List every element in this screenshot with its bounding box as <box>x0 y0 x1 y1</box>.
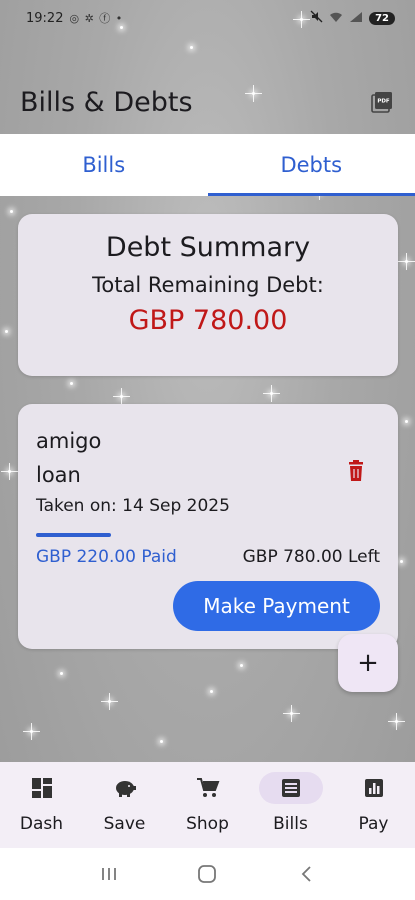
nav-item-shop[interactable]: Shop <box>166 762 249 848</box>
nav-label: Shop <box>186 814 229 834</box>
dashboard-icon <box>10 772 74 804</box>
tab-debts[interactable]: Debts <box>207 134 415 196</box>
system-navigation-bar <box>0 848 415 900</box>
wifi-icon <box>329 11 343 26</box>
signal-icon <box>349 11 363 26</box>
make-payment-button[interactable]: Make Payment <box>173 581 380 631</box>
tab-label: Debts <box>280 153 343 177</box>
debt-name: amigo <box>36 429 102 453</box>
plus-icon: + <box>357 648 379 678</box>
mute-icon <box>310 10 323 26</box>
page-title: Bills & Debts <box>20 86 193 118</box>
pdf-icon[interactable]: PDF <box>369 89 395 115</box>
total-remaining-amount: GBP 780.00 <box>128 305 288 336</box>
debt-card[interactable]: amigo loan Taken on: 14 Sep 2025 GBP 220… <box>18 404 398 649</box>
chart-icon <box>342 772 406 804</box>
nav-item-pay[interactable]: Pay <box>332 762 415 848</box>
paid-amount: GBP 220.00 Paid <box>36 547 177 567</box>
payment-progress-fill <box>36 533 112 537</box>
debt-date: Taken on: 14 Sep 2025 <box>36 496 230 516</box>
app-bar: Bills & Debts PDF <box>0 70 415 134</box>
remaining-amount: GBP 780.00 Left <box>242 547 380 567</box>
summary-title: Debt Summary <box>105 232 311 263</box>
nav-item-dash[interactable]: Dash <box>0 762 83 848</box>
summary-subtitle: Total Remaining Debt: <box>92 273 324 297</box>
tab-label: Bills <box>82 153 126 177</box>
recent-apps-icon[interactable] <box>89 859 129 889</box>
nav-item-bills[interactable]: Bills <box>249 762 332 848</box>
tab-bar: Bills Debts <box>0 134 415 196</box>
trash-icon[interactable] <box>346 460 366 482</box>
payment-progress-bar <box>36 533 378 537</box>
status-bar: 19:22 ◎ ✲ ⓕ • 72 <box>0 0 415 36</box>
piggy-bank-icon <box>93 772 157 804</box>
cart-icon <box>176 772 240 804</box>
clock: 19:22 <box>26 10 64 26</box>
add-debt-button[interactable]: + <box>338 634 398 692</box>
receipt-icon <box>258 772 323 804</box>
battery-indicator: 72 <box>369 11 395 25</box>
back-icon[interactable] <box>286 859 326 889</box>
nav-label: Dash <box>19 814 64 834</box>
debt-description: loan <box>36 463 81 487</box>
svg-text:PDF: PDF <box>377 99 390 105</box>
home-icon[interactable] <box>187 859 227 889</box>
tab-bills[interactable]: Bills <box>0 134 208 196</box>
nav-label: Bills <box>273 814 308 834</box>
nav-item-save[interactable]: Save <box>83 762 166 848</box>
nav-label: Save <box>103 814 146 834</box>
notification-indicators: ◎ ✲ ⓕ • <box>69 12 124 25</box>
bottom-navigation: Dash Save Shop Bills Pay <box>0 762 415 848</box>
debt-summary-card: Debt Summary Total Remaining Debt: GBP 7… <box>18 214 398 376</box>
nav-label: Pay <box>358 814 389 834</box>
